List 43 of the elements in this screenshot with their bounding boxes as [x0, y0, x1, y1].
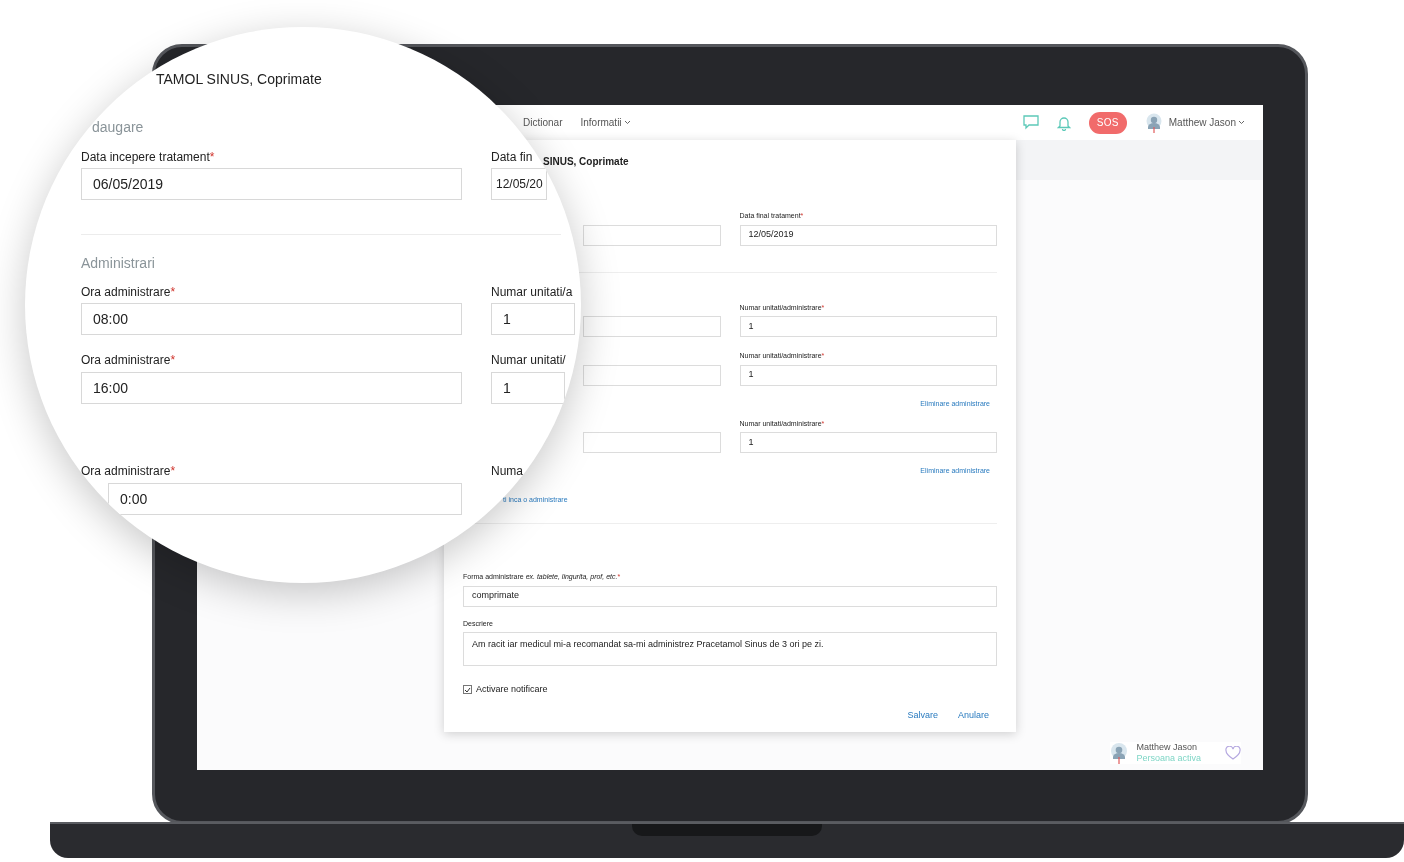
field-label: Numa — [491, 463, 523, 480]
field-label: Data fin — [491, 149, 533, 166]
avatar-icon — [1144, 112, 1163, 133]
avatar-icon — [1110, 742, 1129, 764]
dialog-button[interactable]: Anulare — [957, 708, 989, 722]
input-field[interactable]: 08:00 — [81, 303, 462, 335]
field-label: Numar unitati/ — [491, 352, 566, 369]
input-field[interactable]: 1 — [739, 364, 997, 386]
checkmark-icon — [464, 686, 471, 693]
person-name: Matthew Jason — [1136, 742, 1198, 753]
input-field[interactable] — [583, 364, 721, 386]
heart-icon[interactable] — [1225, 746, 1241, 760]
field-label: Ora administrare* — [81, 463, 176, 480]
input-field[interactable] — [583, 224, 721, 246]
field-label: Numar unitati/a — [491, 284, 573, 301]
input-field[interactable]: 1 — [739, 432, 997, 453]
section-heading: daugare — [92, 118, 144, 137]
input-field[interactable] — [583, 432, 721, 453]
form-title: TAMOL SINUS, Coprimate — [156, 70, 322, 89]
input-field[interactable]: 16:00 — [81, 372, 462, 404]
input-field[interactable]: 1 — [491, 372, 565, 404]
nav-link[interactable]: Dictionar — [523, 115, 563, 130]
notification-checkbox[interactable]: Activare notificare — [463, 683, 997, 697]
nav-link[interactable]: Informatii — [580, 115, 631, 130]
input-field[interactable]: comprimate — [463, 585, 997, 607]
input-field[interactable]: Am racit iar medicul mi-a recomandat sa-mi administrez Pracetamol Sinus de 3 ori pe zi. — [463, 632, 997, 666]
input-field[interactable]: 06/05/2019 — [81, 168, 462, 200]
dialog-button[interactable]: Salvare — [907, 708, 938, 722]
chat-bubble-icon[interactable] — [1022, 115, 1039, 130]
field-label: Ora administrare* — [81, 284, 176, 301]
field-label: Ora administrare* — [81, 352, 176, 369]
field-label: Data incepere tratament* — [81, 149, 215, 166]
person-status: Persoana activa — [1136, 753, 1201, 764]
input-field[interactable]: 0:00 — [108, 483, 462, 515]
input-field[interactable]: 12/05/2019 — [739, 224, 997, 246]
user-menu[interactable]: Matthew Jason — [1168, 115, 1245, 130]
bell-icon[interactable] — [1056, 114, 1071, 131]
input-field[interactable]: 1 — [739, 316, 997, 337]
input-field[interactable] — [583, 316, 721, 337]
input-field[interactable]: 12/05/20 — [491, 168, 547, 200]
dialog-title: SINUS, Coprimate — [543, 155, 630, 169]
section-heading: Administrari — [81, 254, 155, 273]
input-field[interactable]: 1 — [491, 303, 575, 335]
